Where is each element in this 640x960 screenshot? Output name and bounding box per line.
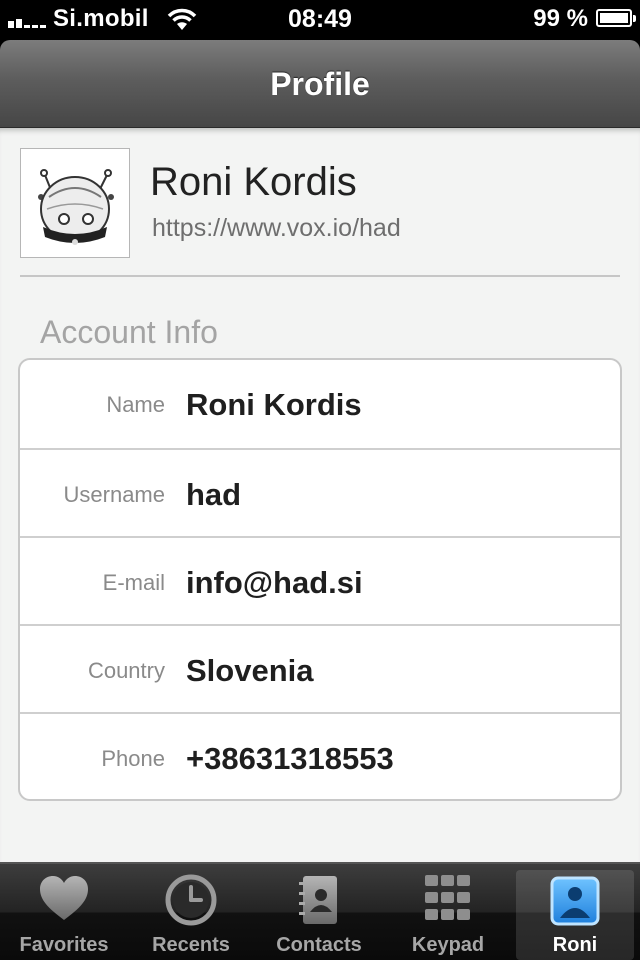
tab-recents[interactable]: Recents (127, 864, 255, 960)
avatar[interactable] (20, 148, 130, 258)
tab-contacts[interactable]: Contacts (255, 864, 383, 960)
divider (20, 275, 620, 277)
profile-content[interactable]: Roni Kordis https://www.vox.io/had Accou… (0, 128, 640, 862)
clock-icon (165, 874, 217, 926)
person-icon (550, 876, 600, 926)
profile-name: Roni Kordis (150, 160, 357, 204)
tab-favorites[interactable]: Favorites (0, 864, 128, 960)
tab-label: Recents (152, 934, 230, 956)
tab-roni[interactable]: Roni (516, 870, 634, 960)
info-row-phone[interactable]: Phone +38631318553 (20, 712, 620, 799)
row-label: Name (106, 392, 165, 417)
info-row-name[interactable]: Name Roni Kordis (20, 360, 620, 448)
row-label: Username (63, 482, 165, 507)
tab-bar: Favorites Recents Contacts Keypad Roni (0, 862, 640, 960)
tab-keypad[interactable]: Keypad (384, 864, 512, 960)
info-row-username[interactable]: Username had (20, 448, 620, 538)
account-info-table: Name Roni Kordis Username had E-mail inf… (18, 358, 622, 801)
tab-label: Keypad (411, 934, 485, 956)
row-label: Country (87, 658, 165, 683)
row-value: Roni Kordis (186, 387, 362, 422)
row-label: E-mail (102, 570, 165, 595)
battery-percentage: 99 % (533, 5, 588, 32)
row-value: had (186, 477, 242, 512)
info-row-country[interactable]: Country Slovenia (20, 624, 620, 714)
tab-label: Contacts (276, 934, 362, 956)
section-header-account-info: Account Info (40, 314, 218, 350)
row-value: Slovenia (186, 653, 314, 688)
row-label: Phone (101, 746, 165, 771)
profile-url[interactable]: https://www.vox.io/had (152, 214, 401, 243)
keypad-icon (425, 875, 470, 920)
tab-label: Roni (552, 934, 598, 956)
battery-level (600, 13, 628, 23)
row-value: +38631318553 (186, 741, 394, 776)
battery-icon (596, 9, 636, 27)
page-title: Profile (270, 66, 370, 102)
tab-label: Favorites (19, 934, 109, 956)
robot-avatar-image (38, 169, 114, 245)
address-book-icon (299, 876, 337, 924)
status-bar: Si.mobil 08:49 99 % (0, 0, 640, 40)
navigation-bar: Profile (0, 40, 640, 128)
info-row-email[interactable]: E-mail info@had.si (20, 536, 620, 626)
row-value: info@had.si (186, 565, 363, 600)
heart-icon (40, 876, 88, 920)
